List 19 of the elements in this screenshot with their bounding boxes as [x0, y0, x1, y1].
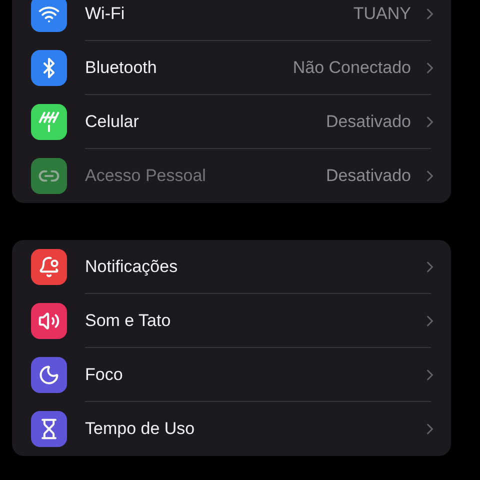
settings-row[interactable]: Celular Desativado: [12, 95, 451, 149]
row-value: Não Conectado: [292, 56, 411, 79]
row-value: TUANY: [353, 2, 411, 25]
row-label: Bluetooth: [85, 56, 158, 79]
row-label: Notificações: [85, 256, 179, 278]
row-label: Wi-Fi: [85, 2, 126, 25]
row-label: Foco: [85, 364, 124, 386]
settings-row[interactable]: Wi-Fi TUANY: [12, 0, 451, 41]
settings-row[interactable]: Tempo de Uso: [12, 402, 451, 456]
row-value: Desativado: [326, 110, 411, 133]
settings-row[interactable]: Foco: [12, 348, 451, 402]
row-label: Tempo de Uso: [85, 418, 196, 440]
settings-row[interactable]: Notificações: [12, 240, 451, 294]
row-value: Desativado: [326, 165, 411, 188]
row-label: Celular: [85, 110, 140, 133]
row-label: Acesso Pessoal: [85, 165, 207, 188]
settings-row[interactable]: Som e Tato: [12, 294, 451, 348]
row-label: Som e Tato: [85, 310, 172, 332]
settings-row[interactable]: Bluetooth Não Conectado: [12, 41, 451, 95]
